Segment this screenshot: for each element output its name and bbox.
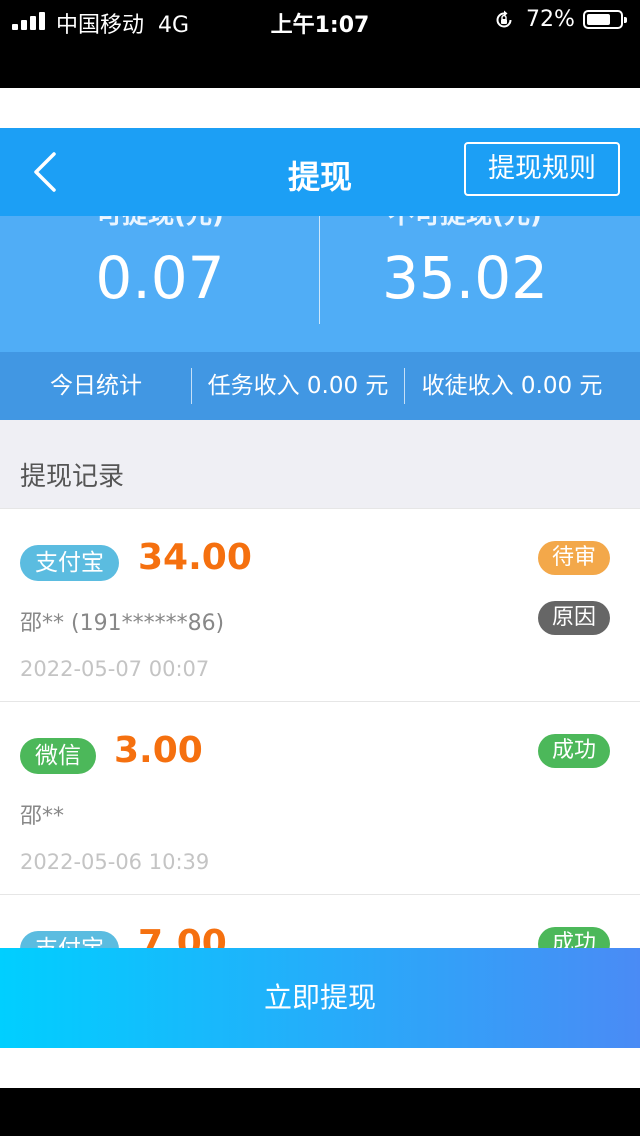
- record-account: 邵** (191******86): [20, 611, 225, 636]
- unavailable-value: 35.02: [381, 244, 549, 312]
- record-time: 2022-05-06 10:39: [20, 850, 210, 874]
- method-badge-alipay: 支付宝: [20, 545, 119, 581]
- today-stats-label: 今日统计: [50, 373, 142, 399]
- record-amount: 3.00: [114, 730, 203, 771]
- withdraw-rules-button[interactable]: 提现规则: [464, 142, 620, 196]
- status-badge-success: 成功: [537, 734, 610, 768]
- status-badge-pending: 待审: [537, 541, 610, 575]
- available-value: 0.07: [95, 244, 225, 312]
- task-income: 任务收入 0.00 元: [207, 373, 389, 399]
- screen: 中国移动 4G 上午1:07 72% 提现 提现规则 可提现(元) 0.07 不…: [0, 0, 640, 1136]
- status-bar: 中国移动 4G 上午1:07 72%: [0, 0, 640, 40]
- record-item[interactable]: 微信 3.00 成功 邵** 2022-05-06 10:39: [0, 701, 640, 895]
- record-time: 2022-05-07 00:07: [20, 657, 210, 681]
- record-account: 邵**: [20, 804, 65, 829]
- back-icon[interactable]: [30, 150, 60, 194]
- header-spacer: [0, 88, 640, 128]
- battery-icon: [583, 10, 627, 29]
- rotation-lock-icon: [496, 10, 512, 28]
- reason-button[interactable]: 原因: [537, 601, 610, 635]
- apprentice-income: 收徒收入 0.00 元: [421, 373, 603, 399]
- records-title: 提现记录: [20, 462, 125, 492]
- method-badge-wechat: 微信: [20, 738, 96, 774]
- nav-bar: 提现 提现规则: [0, 128, 640, 216]
- record-item[interactable]: 支付宝 34.00 待审 原因 邵** (191******86) 2022-0…: [0, 508, 640, 702]
- today-stats: 今日统计 任务收入 0.00 元 收徒收入 0.00 元: [0, 352, 640, 420]
- withdraw-now-button[interactable]: 立即提现: [0, 948, 640, 1048]
- records-header: 提现记录: [0, 420, 640, 508]
- battery-percentage: 72%: [526, 7, 575, 32]
- record-amount: 34.00: [138, 537, 252, 578]
